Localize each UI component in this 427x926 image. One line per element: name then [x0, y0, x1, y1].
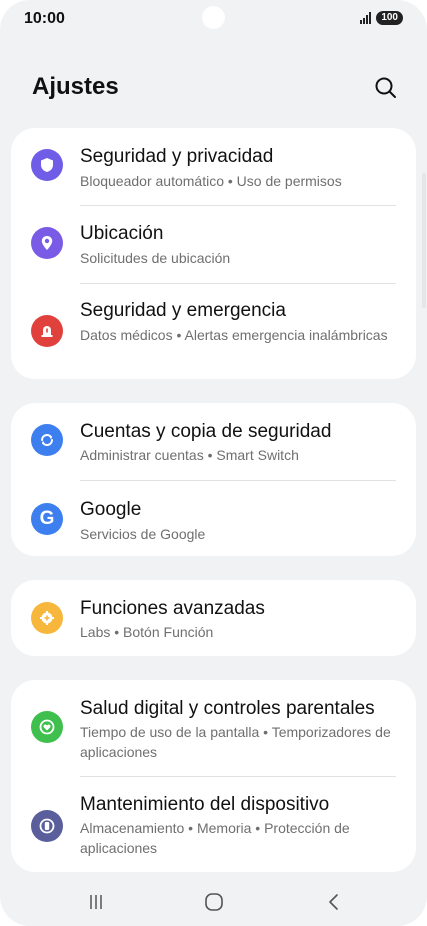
- settings-item-device-care[interactable]: Mantenimiento del dispositivo Almacenami…: [11, 776, 416, 872]
- settings-item-title: Cuentas y copia de seguridad: [80, 421, 332, 442]
- settings-item-subtitle: Bloqueador automático • Uso de permisos: [80, 173, 342, 189]
- status-icons: 100: [360, 11, 403, 25]
- back-icon[interactable]: [319, 890, 349, 914]
- settings-item-advanced-features[interactable]: Funciones avanzadas Labs • Botón Función: [11, 580, 416, 656]
- settings-card-advanced: Funciones avanzadas Labs • Botón Función: [11, 580, 416, 656]
- settings-item-security-privacy[interactable]: Seguridad y privacidad Bloqueador automá…: [11, 128, 416, 206]
- settings-item-google[interactable]: G Google Servicios de Google: [11, 480, 416, 556]
- signal-icon: [360, 12, 372, 24]
- settings-item-title: Funciones avanzadas: [80, 598, 265, 619]
- settings-item-subtitle: Almacenamiento • Memoria • Protección de…: [80, 820, 350, 856]
- recents-icon[interactable]: [81, 890, 111, 914]
- settings-item-digital-wellbeing[interactable]: Salud digital y controles parentales Tie…: [11, 680, 416, 776]
- status-bar: 10:00 100: [0, 0, 427, 40]
- search-icon[interactable]: [372, 74, 400, 102]
- heart-timer-icon: [31, 711, 63, 743]
- device-care-icon: [31, 810, 63, 842]
- settings-item-subtitle: Solicitudes de ubicación: [80, 250, 231, 266]
- settings-item-title: Mantenimiento del dispositivo: [80, 794, 330, 815]
- home-icon[interactable]: [199, 890, 229, 914]
- battery-icon: 100: [376, 11, 403, 25]
- status-time: 10:00: [24, 10, 65, 27]
- settings-item-subtitle: Administrar cuentas • Smart Switch: [80, 447, 299, 463]
- settings-item-subtitle: Servicios de Google: [80, 526, 206, 542]
- settings-item-subtitle: Tiempo de uso de la pantalla • Temporiza…: [80, 724, 391, 760]
- settings-card-wellbeing: Salud digital y controles parentales Tie…: [11, 680, 416, 872]
- settings-item-location[interactable]: Ubicación Solicitudes de ubicación: [11, 206, 416, 283]
- emergency-siren-icon: [31, 315, 63, 347]
- settings-screen: 10:00 100 Ajustes Seguridad y privacidad…: [0, 0, 427, 926]
- location-pin-icon: [31, 227, 63, 259]
- google-icon: G: [31, 503, 63, 535]
- settings-item-subtitle: Labs • Botón Función: [80, 624, 214, 640]
- settings-item-title: Google: [80, 499, 142, 520]
- settings-item-emergency[interactable]: Seguridad y emergencia Datos médicos • A…: [11, 283, 416, 379]
- page-title: Ajustes: [32, 73, 119, 100]
- settings-item-title: Seguridad y privacidad: [80, 146, 274, 167]
- settings-item-title: Salud digital y controles parentales: [80, 698, 375, 719]
- gear-plus-icon: [31, 602, 63, 634]
- front-camera-cutout: [202, 6, 225, 29]
- scroll-indicator[interactable]: [422, 173, 426, 308]
- navigation-bar: [0, 876, 427, 926]
- settings-item-title: Ubicación: [80, 223, 164, 244]
- settings-item-accounts-backup[interactable]: Cuentas y copia de seguridad Administrar…: [11, 403, 416, 480]
- shield-icon: [31, 149, 63, 181]
- settings-item-title: Seguridad y emergencia: [80, 300, 286, 321]
- settings-item-subtitle: Datos médicos • Alertas emergencia inalá…: [80, 327, 388, 343]
- settings-card-accounts: Cuentas y copia de seguridad Administrar…: [11, 403, 416, 556]
- sync-icon: [31, 424, 63, 456]
- settings-card-security: Seguridad y privacidad Bloqueador automá…: [11, 128, 416, 379]
